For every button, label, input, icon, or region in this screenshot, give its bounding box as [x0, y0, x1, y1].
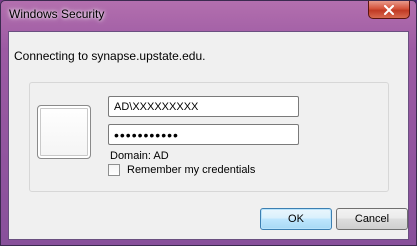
ok-button[interactable]: OK [260, 208, 332, 230]
remember-credentials-checkbox[interactable] [108, 164, 120, 176]
credential-tile: Domain: AD Remember my credentials [29, 82, 389, 192]
user-account-tile-icon [37, 105, 91, 159]
connection-prompt: Connecting to synapse.upstate.edu. [14, 49, 206, 63]
password-input[interactable] [108, 124, 299, 145]
remember-credentials-label[interactable]: Remember my credentials [127, 164, 255, 176]
close-button[interactable] [368, 1, 410, 19]
cancel-button[interactable]: Cancel [336, 208, 408, 230]
domain-label: Domain: AD [110, 150, 169, 162]
window-title: Windows Security [9, 7, 105, 21]
username-input[interactable] [108, 96, 299, 117]
windows-security-dialog: Windows Security Connecting to synapse.u… [0, 0, 417, 246]
remember-credentials-row[interactable]: Remember my credentials [108, 164, 255, 176]
dialog-body: Connecting to synapse.upstate.edu. Domai… [8, 31, 409, 240]
title-bar[interactable]: Windows Security [1, 1, 416, 29]
close-icon [384, 4, 394, 15]
